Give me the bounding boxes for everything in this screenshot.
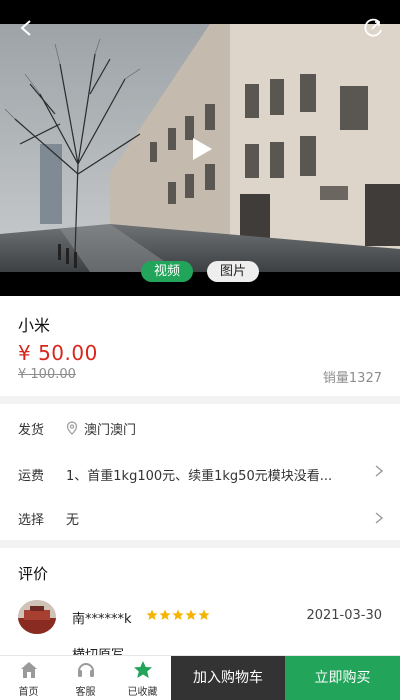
reviews-title: 评价 (18, 565, 49, 583)
freight-label: 运费 (18, 468, 45, 484)
select-label: 选择 (18, 512, 45, 528)
back-button[interactable] (12, 14, 40, 42)
nav-home[interactable]: 首页 (0, 656, 57, 700)
product-title: 小米 (18, 316, 51, 335)
shipping-row: 发货 澳门澳门 (0, 406, 400, 450)
chevron-right-icon (375, 512, 384, 524)
star-icon (146, 609, 158, 620)
select-row[interactable]: 选择 无 (0, 496, 400, 540)
nav-favorite-label: 已收藏 (127, 687, 158, 698)
freight-value: 1、首重1kg100元、续重1kg50元模块没看... (66, 468, 333, 484)
sales-count: 销量1327 (322, 371, 382, 386)
home-icon (20, 662, 37, 678)
product-media[interactable]: 视频 图片 (0, 0, 400, 296)
shipping-label: 发货 (18, 422, 45, 438)
star-icon (185, 609, 197, 620)
reviews-section: 评价 南******k 2021-03-30 横切原写 (0, 548, 400, 658)
tab-video[interactable]: 视频 (141, 261, 193, 282)
nav-customer-service[interactable]: 客服 (57, 656, 114, 700)
bottom-action-bar: 首页 客服 已收藏 加入购物车 立即购买 (0, 655, 400, 700)
chevron-right-icon (375, 465, 384, 477)
review-date: 2021-03-30 (306, 608, 382, 623)
original-price: ¥ 100.00 (18, 367, 76, 382)
nav-favorite[interactable]: 已收藏 (114, 656, 171, 700)
headset-icon (77, 663, 94, 677)
review-item: 南******k 2021-03-30 (0, 598, 400, 638)
star-icon (172, 609, 184, 620)
location-pin-icon (66, 421, 78, 435)
rating-stars (146, 609, 210, 621)
buy-now-button[interactable]: 立即购买 (285, 656, 400, 700)
star-icon (159, 609, 171, 620)
share-button[interactable] (360, 14, 388, 42)
product-options: 发货 澳门澳门 运费 1、首重1kg100元、续重1kg50元模块没看... 选… (0, 404, 400, 540)
nav-customer-service-label: 客服 (75, 687, 96, 698)
reviewer-name: 南******k (72, 612, 132, 627)
media-tab-bar: 视频 图片 (0, 261, 400, 282)
avatar (18, 600, 56, 634)
product-info: 小米 ¥ 50.00 ¥ 100.00 销量1327 (0, 296, 400, 396)
star-icon (198, 609, 210, 620)
add-to-cart-button[interactable]: 加入购物车 (171, 656, 285, 700)
chevron-left-icon (20, 20, 31, 36)
shipping-location: 澳门澳门 (66, 419, 136, 438)
star-filled-icon (133, 661, 152, 678)
shipping-location-text: 澳门澳门 (84, 422, 137, 438)
share-icon (364, 18, 382, 37)
select-value: 无 (66, 512, 80, 528)
nav-home-label: 首页 (18, 687, 39, 698)
freight-row[interactable]: 运费 1、首重1kg100元、续重1kg50元模块没看... (0, 452, 400, 496)
tab-images[interactable]: 图片 (207, 261, 259, 282)
product-price: ¥ 50.00 (18, 341, 98, 365)
play-icon[interactable] (188, 136, 214, 162)
